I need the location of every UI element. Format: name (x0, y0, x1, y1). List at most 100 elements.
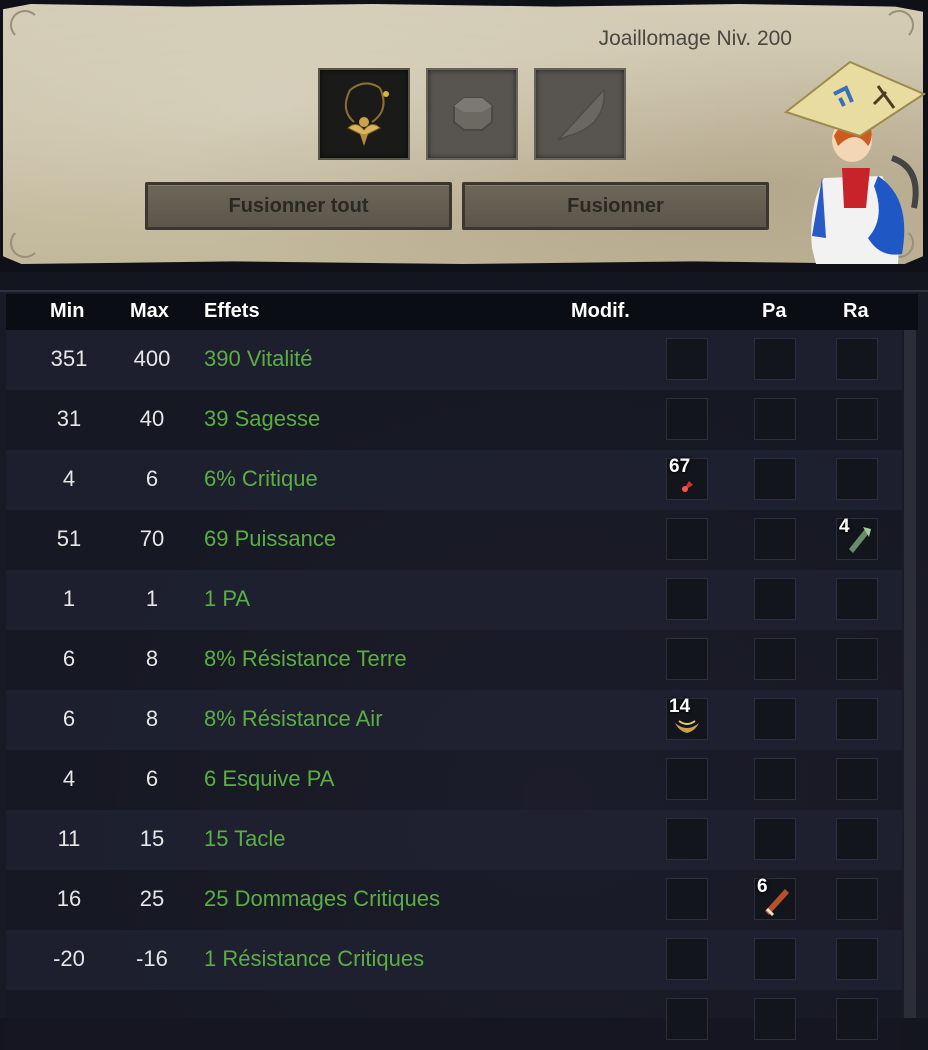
min-value: 351 (50, 346, 88, 371)
pa-rune-slot[interactable] (754, 818, 796, 860)
max-value: 400 (133, 346, 171, 371)
rune-count: 4 (839, 516, 850, 537)
min-value: 6 (62, 706, 76, 731)
pa-rune-slot[interactable] (754, 458, 796, 500)
effects-table: Min Max Effets Modif. Pa Ra 351 400 390 … (0, 290, 928, 1050)
col-max: Max (130, 300, 169, 322)
max-value: 25 (139, 886, 165, 911)
table-body: 351 400 390 Vitalité 31 40 39 Sagesse 4 … (6, 330, 902, 1050)
table-row: 51 70 69 Puissance 4 (6, 510, 902, 570)
modif-slot[interactable] (666, 398, 708, 440)
pa-rune-slot[interactable] (754, 938, 796, 980)
table-row: 16 25 25 Dommages Critiques 6 (6, 870, 902, 930)
modif-slot[interactable] (666, 578, 708, 620)
modif-slot[interactable] (666, 758, 708, 800)
modif-slot[interactable] (666, 818, 708, 860)
min-value: -20 (53, 946, 85, 971)
ra-rune-slot[interactable] (836, 818, 878, 860)
rune-count: 6 (757, 876, 768, 897)
max-value: 40 (139, 406, 165, 431)
max-value: 8 (145, 706, 159, 731)
col-pa: Pa (762, 300, 787, 322)
max-value: -16 (136, 946, 168, 971)
pa-rune-slot[interactable] (754, 578, 796, 620)
max-value: 6 (145, 766, 159, 791)
ornament-corner (10, 10, 40, 40)
ra-rune-slot[interactable]: 4 (836, 516, 878, 560)
job-level-title: Joaillomage Niv. 200 (598, 27, 792, 50)
col-min: Min (50, 300, 85, 322)
ra-rune-slot[interactable] (836, 698, 878, 740)
modif-slot[interactable] (666, 518, 708, 560)
modif-slot[interactable] (666, 878, 708, 920)
rune-slot[interactable] (426, 68, 518, 160)
pa-rune-slot[interactable] (754, 638, 796, 680)
max-value: 6 (145, 466, 159, 491)
table-row: 4 6 6 Esquive PA (6, 750, 902, 810)
table-row: 351 400 390 Vitalité (6, 330, 902, 390)
min-value: 11 (57, 826, 81, 851)
max-value: 70 (139, 526, 165, 551)
modif-slot[interactable] (666, 998, 708, 1040)
modif-slot[interactable] (666, 638, 708, 680)
min-value: 16 (56, 886, 82, 911)
table-row: 11 15 15 Tacle (6, 810, 902, 870)
modif-slot[interactable] (666, 338, 708, 380)
ornament-corner (10, 228, 40, 258)
max-value: 8 (145, 646, 159, 671)
modif-slot[interactable]: 14 (666, 696, 708, 740)
table-row: -20 -16 1 Résistance Critiques (6, 930, 902, 990)
ra-rune-slot[interactable] (836, 938, 878, 980)
pa-rune-slot[interactable] (754, 398, 796, 440)
min-value: 51 (56, 526, 82, 551)
effect-label: 8% Résistance Terre (204, 646, 407, 671)
effect-label: 1 PA (204, 586, 251, 611)
pa-rune-slot[interactable] (754, 758, 796, 800)
ornament-corner (884, 10, 914, 40)
min-value: 1 (62, 586, 76, 611)
effect-label: 25 Dommages Critiques (204, 886, 440, 911)
ra-rune-slot[interactable] (836, 578, 878, 620)
table-row: 6 8 8% Résistance Terre (6, 630, 902, 690)
pa-rune-slot[interactable] (754, 998, 796, 1040)
ra-rune-slot[interactable] (836, 458, 878, 500)
min-value: 31 (56, 406, 82, 431)
ra-rune-slot[interactable] (836, 398, 878, 440)
table-header: Min Max Effets Modif. Pa Ra (6, 294, 918, 330)
merge-button[interactable]: Fusionner (462, 182, 769, 230)
rune-count: 14 (669, 696, 691, 717)
character-avatar (783, 60, 927, 264)
modif-slot[interactable] (666, 938, 708, 980)
ra-rune-slot[interactable] (836, 878, 878, 920)
effect-label: 6 Esquive PA (204, 766, 335, 791)
effect-label: 39 Sagesse (204, 406, 321, 431)
ra-rune-slot[interactable] (836, 638, 878, 680)
amulet-icon (344, 82, 389, 146)
pa-rune-slot[interactable] (754, 338, 796, 380)
pa-rune-slot[interactable] (754, 518, 796, 560)
ra-rune-slot[interactable] (836, 758, 878, 800)
modif-slot[interactable]: 67 (666, 456, 708, 500)
pa-rune-slot[interactable]: 6 (754, 876, 796, 920)
table-row: 4 6 6% Critique 67 (6, 450, 902, 510)
ra-rune-slot[interactable] (836, 998, 878, 1040)
table-row: 31 40 39 Sagesse (6, 390, 902, 450)
table-row: 6 8 8% Résistance Air 14 (6, 690, 902, 750)
table-row: 1 1 1 PA (6, 570, 902, 630)
effect-label: 390 Vitalité (204, 346, 313, 371)
max-value: 15 (139, 826, 165, 851)
min-value: 4 (62, 466, 76, 491)
min-value: 6 (62, 646, 76, 671)
table-scrollbar[interactable] (904, 330, 916, 1018)
merge-all-button[interactable]: Fusionner tout (145, 182, 452, 230)
item-slot[interactable] (318, 68, 410, 160)
effect-label: 1 Résistance Critiques (204, 946, 425, 971)
effect-label: 15 Tacle (204, 826, 286, 851)
ra-rune-slot[interactable] (836, 338, 878, 380)
feather-icon (557, 88, 606, 141)
col-modif: Modif. (571, 300, 630, 322)
col-ra: Ra (843, 300, 869, 322)
pa-rune-slot[interactable] (754, 698, 796, 740)
signature-slot[interactable] (534, 68, 626, 160)
crafting-panel: Joaillomage Niv. 200 Fusionner tout Fusi… (0, 0, 928, 272)
